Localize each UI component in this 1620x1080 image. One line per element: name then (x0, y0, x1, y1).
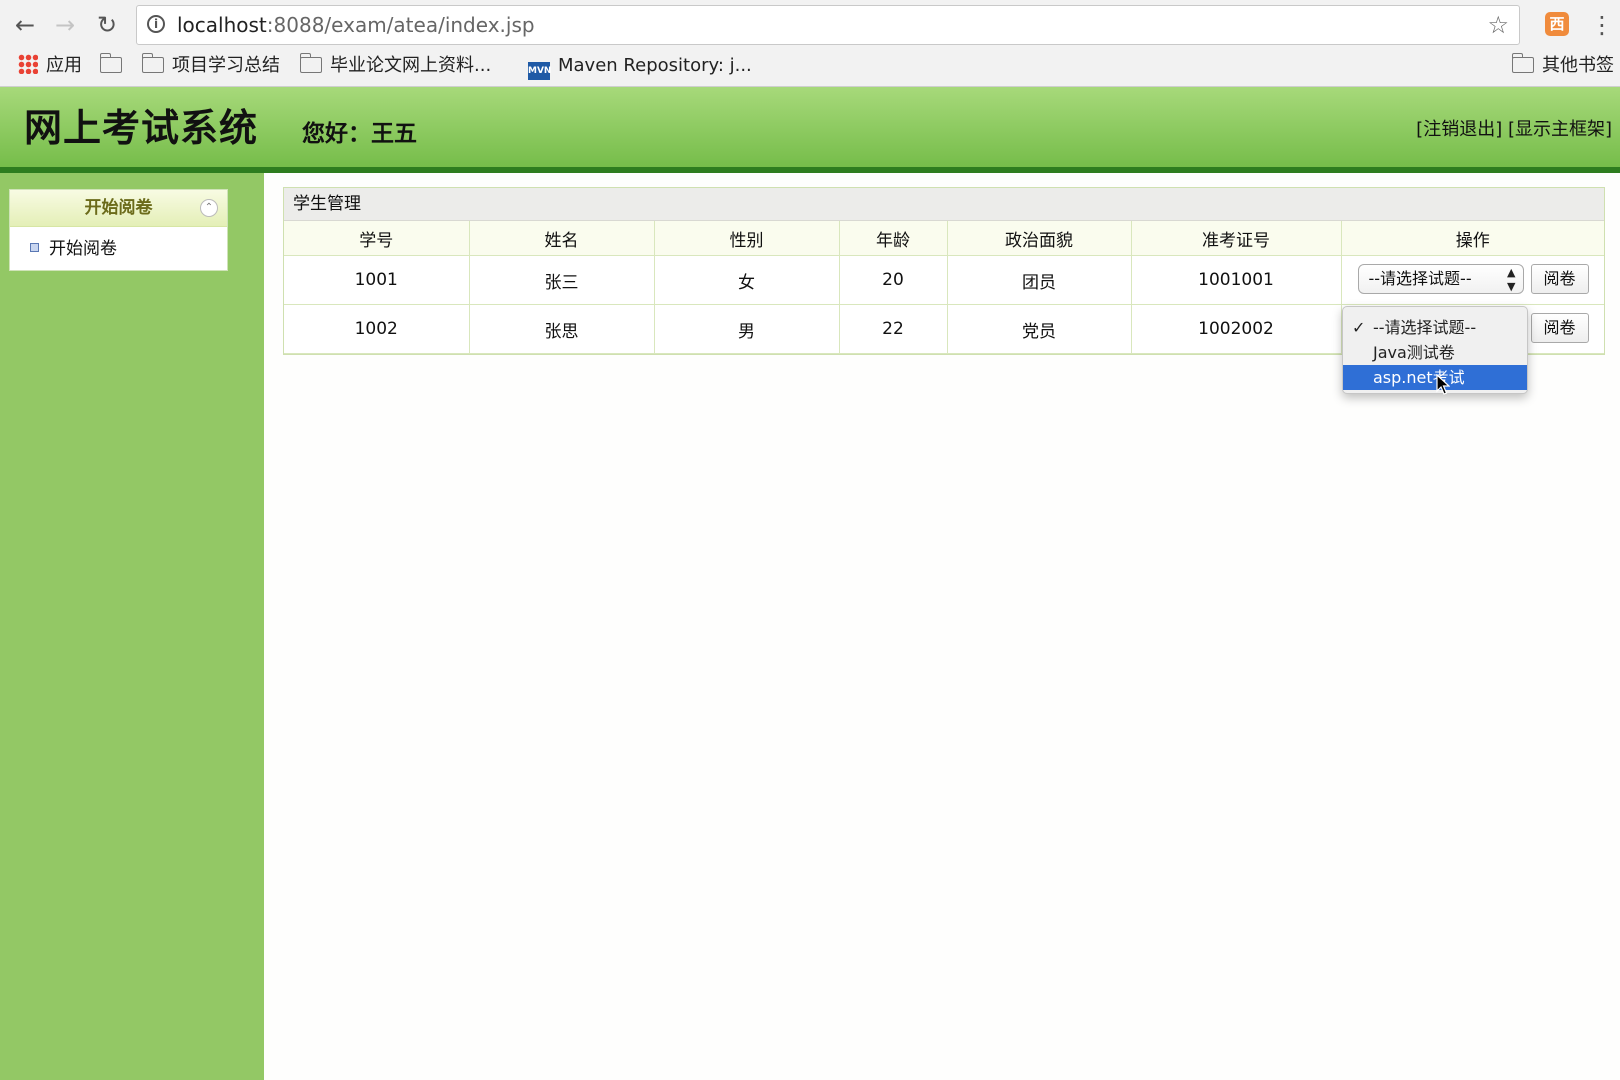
back-icon[interactable]: ← (10, 10, 40, 40)
dropdown-option[interactable]: Java测试卷 (1343, 340, 1527, 365)
address-bar[interactable]: i localhost:8088/exam/atea/index.jsp ☆ (136, 5, 1520, 45)
sidebar-panel-header[interactable]: 开始阅卷 ⌃ (10, 190, 227, 227)
collapse-icon[interactable]: ⌃ (200, 199, 218, 217)
forward-icon[interactable]: → (50, 10, 80, 40)
bookmark-folder-project[interactable]: 项目学习总结 (141, 50, 280, 82)
cell-gender: 女 (653, 255, 840, 305)
bookmark-apps[interactable]: 应用 (18, 50, 82, 82)
bookmarks-bar: 应用 项目学习总结 毕业论文网上资料... MVN Maven Repositor… (0, 50, 1620, 82)
bookmark-maven[interactable]: MVN Maven Repository: j... (528, 50, 752, 82)
panel-title: 学生管理 (284, 188, 1604, 221)
select-arrows-icon: ▲ ▼ (1507, 266, 1516, 293)
sidebar: 开始阅卷 ⌃ 开始阅卷 (0, 173, 264, 1080)
table-header-row: 学号 姓名 性别 年龄 政治面貌 准考证号 操作 (284, 221, 1604, 256)
maven-icon: MVN (528, 62, 551, 80)
exam-select-dropdown: ✓ --请选择试题-- Java测试卷 asp.net考试 (1342, 306, 1528, 394)
folder-icon (1511, 53, 1534, 73)
checkmark-icon: ✓ (1352, 318, 1366, 337)
folder-icon (141, 53, 164, 73)
bookmark-other[interactable]: 其他书签 (1511, 50, 1614, 82)
url-text[interactable]: localhost:8088/exam/atea/index.jsp (177, 13, 535, 37)
logout-link[interactable]: [注销退出] (1416, 119, 1502, 140)
column-header: 学号 (284, 221, 470, 256)
header-links: [注销退出] [显示主框架] (1416, 117, 1612, 143)
cell-political-status: 党员 (946, 304, 1132, 354)
cell-exam-ticket: 1001001 (1130, 255, 1342, 305)
cell-exam-ticket: 1002002 (1130, 304, 1342, 354)
browser-chrome: ← → ↻ i localhost:8088/exam/atea/index.j… (0, 0, 1620, 87)
column-header: 政治面貌 (946, 221, 1132, 256)
cell-political-status: 团员 (946, 255, 1132, 305)
cell-age: 22 (838, 304, 948, 354)
reload-icon[interactable]: ↻ (92, 10, 122, 40)
info-icon[interactable]: i (147, 15, 165, 33)
dropdown-option[interactable]: ✓ --请选择试题-- (1343, 315, 1527, 340)
grade-button[interactable]: 阅卷 (1530, 264, 1589, 294)
extension-icon[interactable]: 西 (1545, 12, 1569, 36)
sidebar-panel: 开始阅卷 ⌃ 开始阅卷 (9, 189, 228, 271)
bookmark-folder-thesis[interactable]: 毕业论文网上资料... (299, 50, 491, 82)
exam-select[interactable]: --请选择试题-- ▲ ▼ (1357, 264, 1524, 294)
mouse-cursor-icon (1436, 374, 1450, 395)
column-header: 操作 (1340, 221, 1604, 256)
column-header: 性别 (653, 221, 840, 256)
show-main-frame-link[interactable]: [显示主框架] (1508, 119, 1612, 140)
bookmark-folder-empty[interactable] (99, 50, 130, 82)
folder-icon (99, 53, 122, 73)
cell-age: 20 (838, 255, 948, 305)
sidebar-item-start-grading[interactable]: 开始阅卷 (30, 236, 117, 262)
cell-name: 张思 (468, 304, 655, 354)
cell-gender: 男 (653, 304, 840, 354)
folder-icon (299, 53, 322, 73)
browser-menu-icon[interactable]: ⋮ (1590, 10, 1614, 40)
dropdown-option-highlighted[interactable]: asp.net考试 (1343, 365, 1527, 390)
column-header: 准考证号 (1130, 221, 1342, 256)
sidebar-panel-title: 开始阅卷 (84, 198, 153, 218)
grade-button[interactable]: 阅卷 (1530, 313, 1589, 343)
cell-student-id: 1001 (284, 255, 470, 305)
column-header: 姓名 (468, 221, 655, 256)
bullet-icon (30, 243, 39, 252)
bookmark-star-icon[interactable]: ☆ (1487, 11, 1509, 39)
column-header: 年龄 (838, 221, 948, 256)
apps-grid-icon (18, 54, 38, 74)
cell-name: 张三 (468, 255, 655, 305)
cell-operations: --请选择试题-- ▲ ▼ 阅卷 (1340, 255, 1604, 305)
user-greeting: 您好：王五 (302, 121, 417, 147)
cell-student-id: 1002 (284, 304, 470, 354)
table-row: 1001 张三 女 20 团员 1001001 --请选择试题-- ▲ ▼ 阅卷 (284, 255, 1604, 305)
system-title: 网上考试系统 (24, 106, 259, 150)
page-header: 网上考试系统 您好：王五 [注销退出] [显示主框架] (0, 87, 1620, 173)
